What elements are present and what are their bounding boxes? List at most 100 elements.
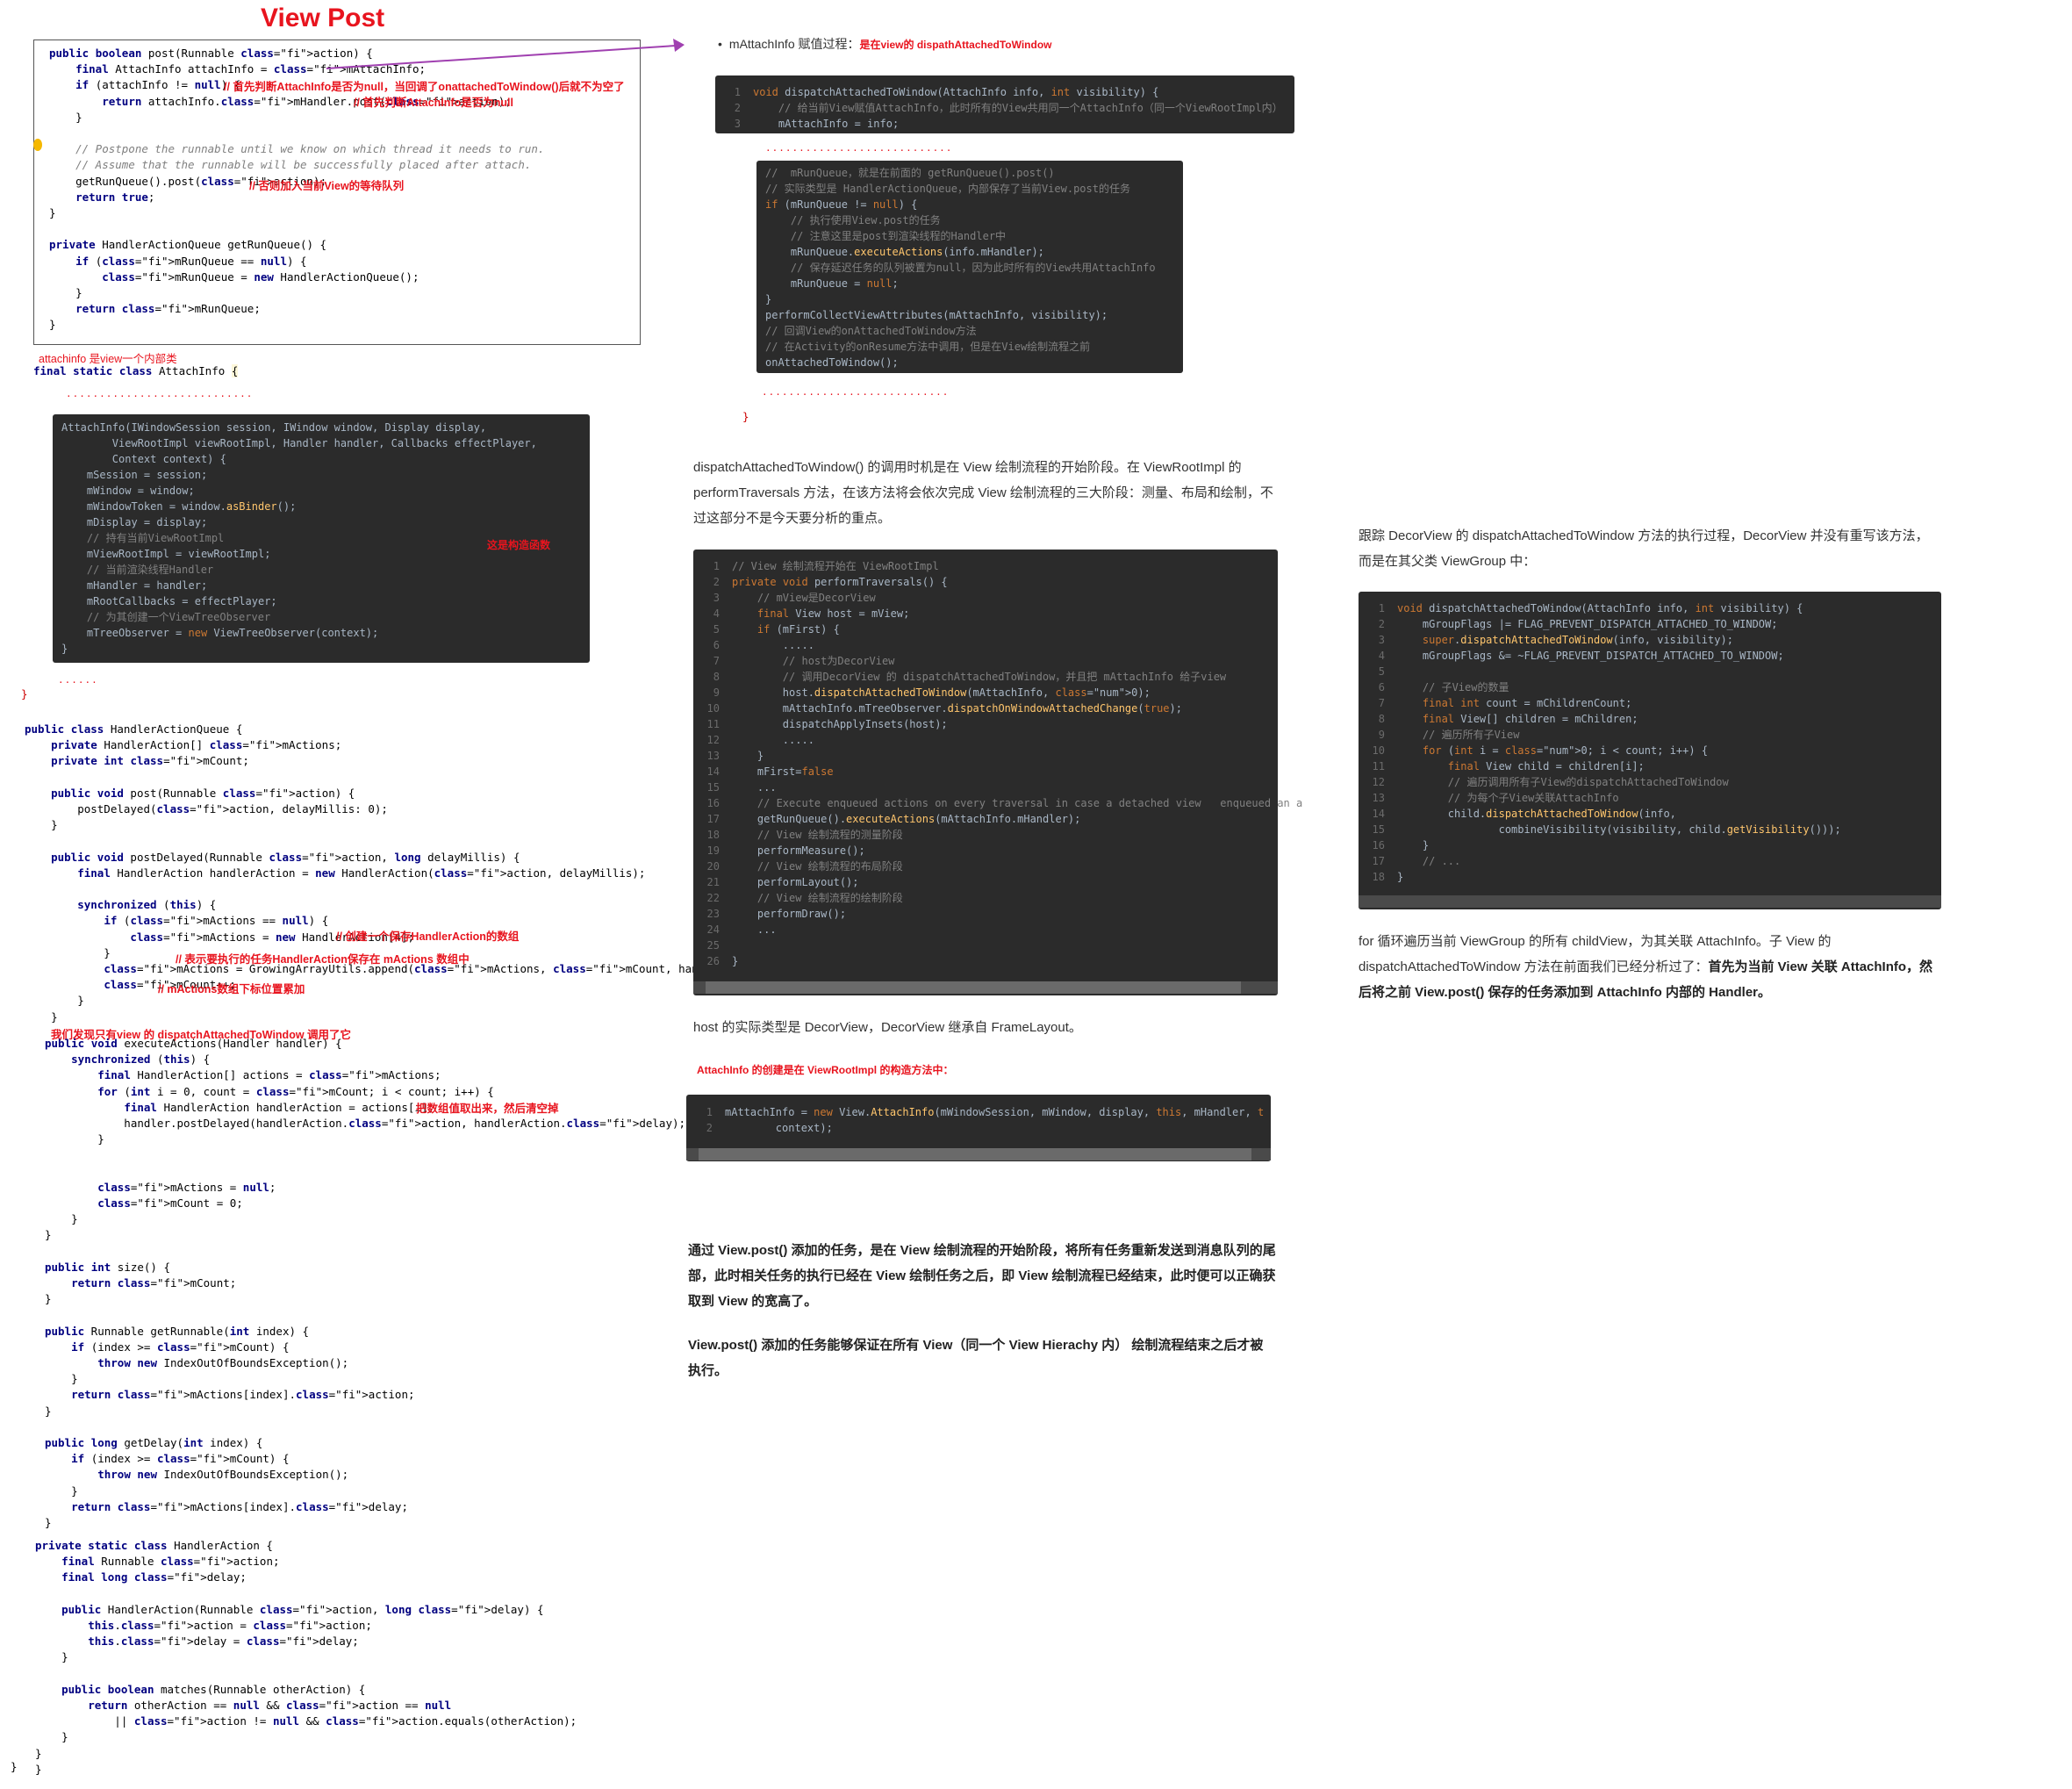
perform-traversals-code: 1// View 绘制流程开始在 ViewRootImpl 2 private vo… (700, 558, 1303, 969)
code-line: private static class HandlerAction { (35, 1539, 273, 1552)
code-line: 22 // View 绘制流程的绘制阶段 (706, 892, 903, 904)
code-line: } (35, 1730, 68, 1744)
code-line: ​ (25, 770, 778, 786)
code-line: 2 // 给当前View赋值AttachInfo，此时所有的View共用同一个A… (734, 102, 1283, 114)
code-line: } (45, 1212, 78, 1226)
code-line: ​ (49, 126, 544, 141)
code-line: ​ (45, 1164, 685, 1180)
code-line: // Assume that the runnable will be succ… (49, 158, 532, 172)
code-line: postDelayed(class="fi">action, delayMill… (25, 802, 388, 816)
code-line: private int class="fi">mCount; (51, 754, 249, 768)
horizontal-scrollbar[interactable] (693, 981, 1278, 994)
code-line: AttachInfo(IWindowSession session, IWind… (61, 421, 487, 434)
code-line: 10 for (int i = class="num">0; i < count… (1372, 744, 1709, 757)
code-line: class="fi">mActions = null; (97, 1180, 276, 1194)
code-line: final long class="fi">delay; (61, 1570, 247, 1584)
paragraph-for-loop: for 循环遍历当前 ViewGroup 的所有 childView，为其关联 … (1359, 934, 1933, 1000)
code-line: public int size() { (45, 1260, 170, 1274)
code-line: // 保存延迟任务的队列被置为null，因为此时所有的View共用AttachI… (790, 262, 1156, 274)
code-line: } (49, 206, 56, 220)
code-line: } (49, 318, 56, 332)
code-line: 15 combineVisibility(visibility, child.g… (1372, 823, 1841, 836)
code-line: 11 final View child = children[i]; (1372, 760, 1645, 772)
code-line: 3 super.dispatchAttachedToWindow(info, v… (1378, 634, 1733, 646)
code-line: 11 dispatchApplyInsets(host); (706, 718, 948, 730)
code-line: public class HandlerActionQueue { (25, 722, 243, 736)
ellipsis-marker-2: ...... (58, 674, 98, 686)
code-line: final HandlerAction handlerAction = acti… (124, 1100, 435, 1114)
code-line: } (45, 1228, 52, 1242)
code-line: mSession = session; (61, 469, 208, 481)
code-line: // 注意这里是post到渲染线程的Handler中 (790, 230, 1007, 242)
code-line: 12 ..... (706, 734, 814, 746)
code-line: class="fi">mRunQueue = new HandlerAction… (102, 269, 419, 284)
code-line: public void postDelayed(Runnable class="… (51, 850, 520, 864)
code-line: ​ (45, 1244, 685, 1260)
code-line: 7 // host为DecorView (713, 655, 895, 667)
code-line: 15 ... (706, 781, 777, 794)
dispatch-code: 1 void dispatchAttachedToWindow(AttachInf… (721, 84, 1283, 132)
code-line: 17 getRunQueue().executeActions(mAttachI… (706, 813, 1081, 825)
code-line: this.class="fi">delay = class="fi">delay… (88, 1635, 359, 1649)
code-line: public void post(Runnable class="fi">act… (51, 786, 355, 800)
code-line: onAttachedToWindow(); (765, 356, 899, 369)
handler-action-class-code: private static class HandlerAction { fin… (35, 1538, 577, 1778)
code-line: private HandlerActionQueue getRunQueue()… (49, 238, 327, 252)
code-line: 2 private void performTraversals() { (713, 576, 948, 588)
closing-brace: } (21, 687, 28, 701)
code-line: return otherAction == null && class="fi"… (88, 1699, 452, 1713)
code-line: mViewRootImpl = viewRootImpl; (61, 548, 271, 560)
runqueue-code: // mRunQueue，就是在前面的 getRunQueue().post()… (765, 165, 1156, 370)
ellipsis-marker: ............................ (66, 388, 254, 399)
code-line: ​ (45, 1307, 685, 1323)
code-line: 1 void dispatchAttachedToWindow(AttachInf… (1378, 602, 1803, 614)
code-line: 2 mGroupFlags |= FLAG_PREVENT_DISPATCH_A… (1378, 618, 1778, 630)
code-line: throw new IndexOutOfBoundsException(); (97, 1356, 349, 1370)
code-line: ​ (35, 1586, 577, 1602)
code-line: } (61, 643, 68, 655)
code-line: private HandlerAction[] class="fi">mActi… (51, 738, 342, 752)
code-line: if (class="fi">mRunQueue == null) { (75, 254, 307, 268)
code-line: 4 final View host = mView; (713, 607, 910, 620)
code-line: mRunQueue = null; (765, 277, 899, 290)
code-line: } (45, 1292, 52, 1306)
code-line: if (index >= class="fi">mCount) { (71, 1452, 290, 1466)
paragraph-host-type: host 的实际类型是 DecorView，DecorView 继承自 Fram… (693, 1020, 1082, 1035)
code-line: 19 performMeasure(); (706, 844, 865, 857)
code-line: } (25, 994, 84, 1008)
page-title: View Post (261, 4, 385, 32)
code-line: } (49, 110, 82, 124)
code-line: 1 void dispatchAttachedToWindow(AttachInf… (734, 86, 1159, 98)
code-line: } (35, 1650, 68, 1664)
code-line: } (25, 1009, 58, 1024)
code-line: // 执行使用View.post的任务 (790, 214, 941, 226)
code-line: // 在Activity的onResume方法中调用，但是在View绘制流程之前 (765, 341, 1091, 353)
code-line: } (35, 1762, 42, 1776)
code-line: public void executeActions(Handler handl… (45, 1037, 342, 1050)
code-line: 4 mGroupFlags &= ~FLAG_PREVENT_DISPATCH_… (1378, 650, 1784, 662)
code-line: // 实际类型是 HandlerActionQueue，内部保存了当前View.… (765, 183, 1130, 195)
code-line: } (45, 1372, 78, 1386)
handler-action-queue-code: public class HandlerActionQueue { privat… (25, 722, 778, 1025)
ellipsis-marker-4: ............................ (762, 386, 950, 398)
horizontal-scrollbar-2[interactable] (686, 1148, 1271, 1160)
horizontal-scrollbar-3[interactable] (1359, 895, 1941, 908)
code-line: 18 // View 绘制流程的测量阶段 (706, 829, 903, 841)
code-line: final HandlerAction handlerAction = new … (77, 866, 646, 880)
code-line: 24 ... (706, 923, 777, 936)
code-line: 8 final View[] children = mChildren; (1378, 713, 1638, 725)
code-line: 14 mFirst=false (706, 765, 834, 778)
code-line: 16 } (1372, 839, 1430, 851)
code-line: mRootCallbacks = effectPlayer; (61, 595, 277, 607)
annotation-task-saved: // 表示要执行的任务HandlerAction保存在 mActions 数组中 (176, 953, 470, 966)
code-line: 23 performDraw(); (706, 908, 847, 920)
ellipsis-marker-3: ............................ (765, 142, 953, 154)
code-line: return class="fi">mActions[index].class=… (71, 1388, 415, 1402)
code-line: // 持有当前ViewRootImpl (86, 532, 225, 544)
code-line: public boolean matches(Runnable otherAct… (61, 1682, 366, 1696)
code-line: 9 host.dispatchAttachedToWindow(mAttachI… (713, 686, 1151, 699)
viewgroup-dispatch-code: 1 void dispatchAttachedToWindow(AttachInf… (1366, 600, 1841, 885)
code-line: 7 final int count = mChildrenCount; (1378, 697, 1632, 709)
code-line: public long getDelay(int index) { (45, 1436, 263, 1450)
code-line: throw new IndexOutOfBoundsException(); (97, 1468, 349, 1482)
